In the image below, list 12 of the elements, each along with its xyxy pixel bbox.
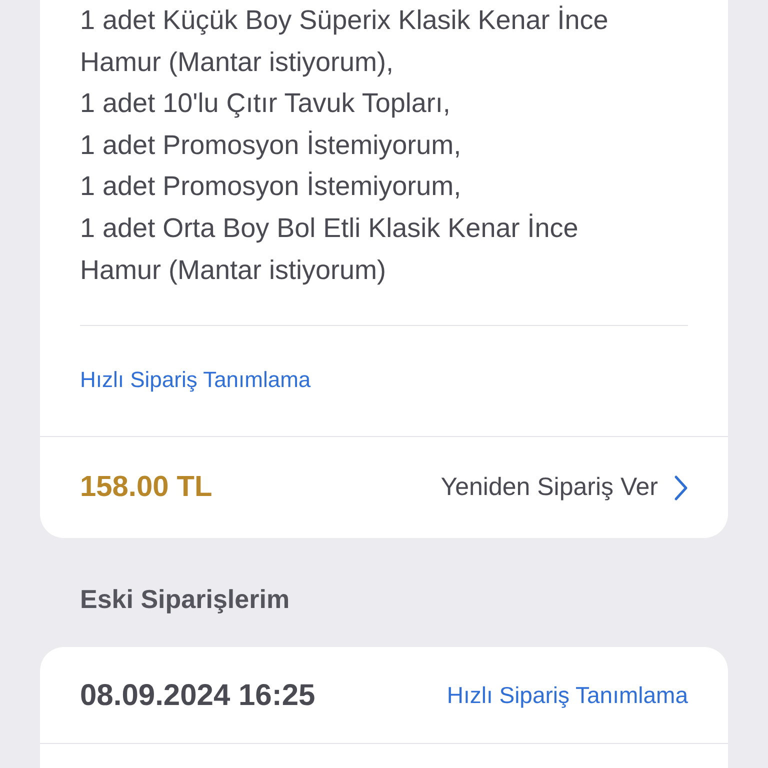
order-date: 08.09.2024 16:25 <box>80 678 316 714</box>
quick-order-link[interactable]: Hızlı Sipariş Tanımlama <box>446 678 688 712</box>
order-price: 158.00 TL <box>80 470 212 505</box>
order-item-text: 1 adet Promosyon İstemiyorum, <box>80 170 462 204</box>
quick-order-link[interactable]: Hızlı Sipariş Tanımlama <box>80 366 311 394</box>
order-item-text: 1 adet Küçük Boy Süperix Klasik Kenar İnce Hamur (Mantar istiyorum), <box>80 4 610 79</box>
section-title: Eski Siparişlerim <box>80 584 290 614</box>
order-item-text: 1 adet 10'lu Çıtır Tavuk Topları, <box>80 87 452 120</box>
chevron-right-icon <box>674 474 688 501</box>
reorder-button[interactable]: Yeniden Sipariş Ver <box>440 468 688 506</box>
order-item-text: 1 adet Promosyon İstemiyorum, <box>80 128 462 162</box>
order-item-text: 1 adet Orta Boy Bol Etli Klasik Kenar İnce Hamur (Mantar istiyorum) <box>80 212 580 287</box>
